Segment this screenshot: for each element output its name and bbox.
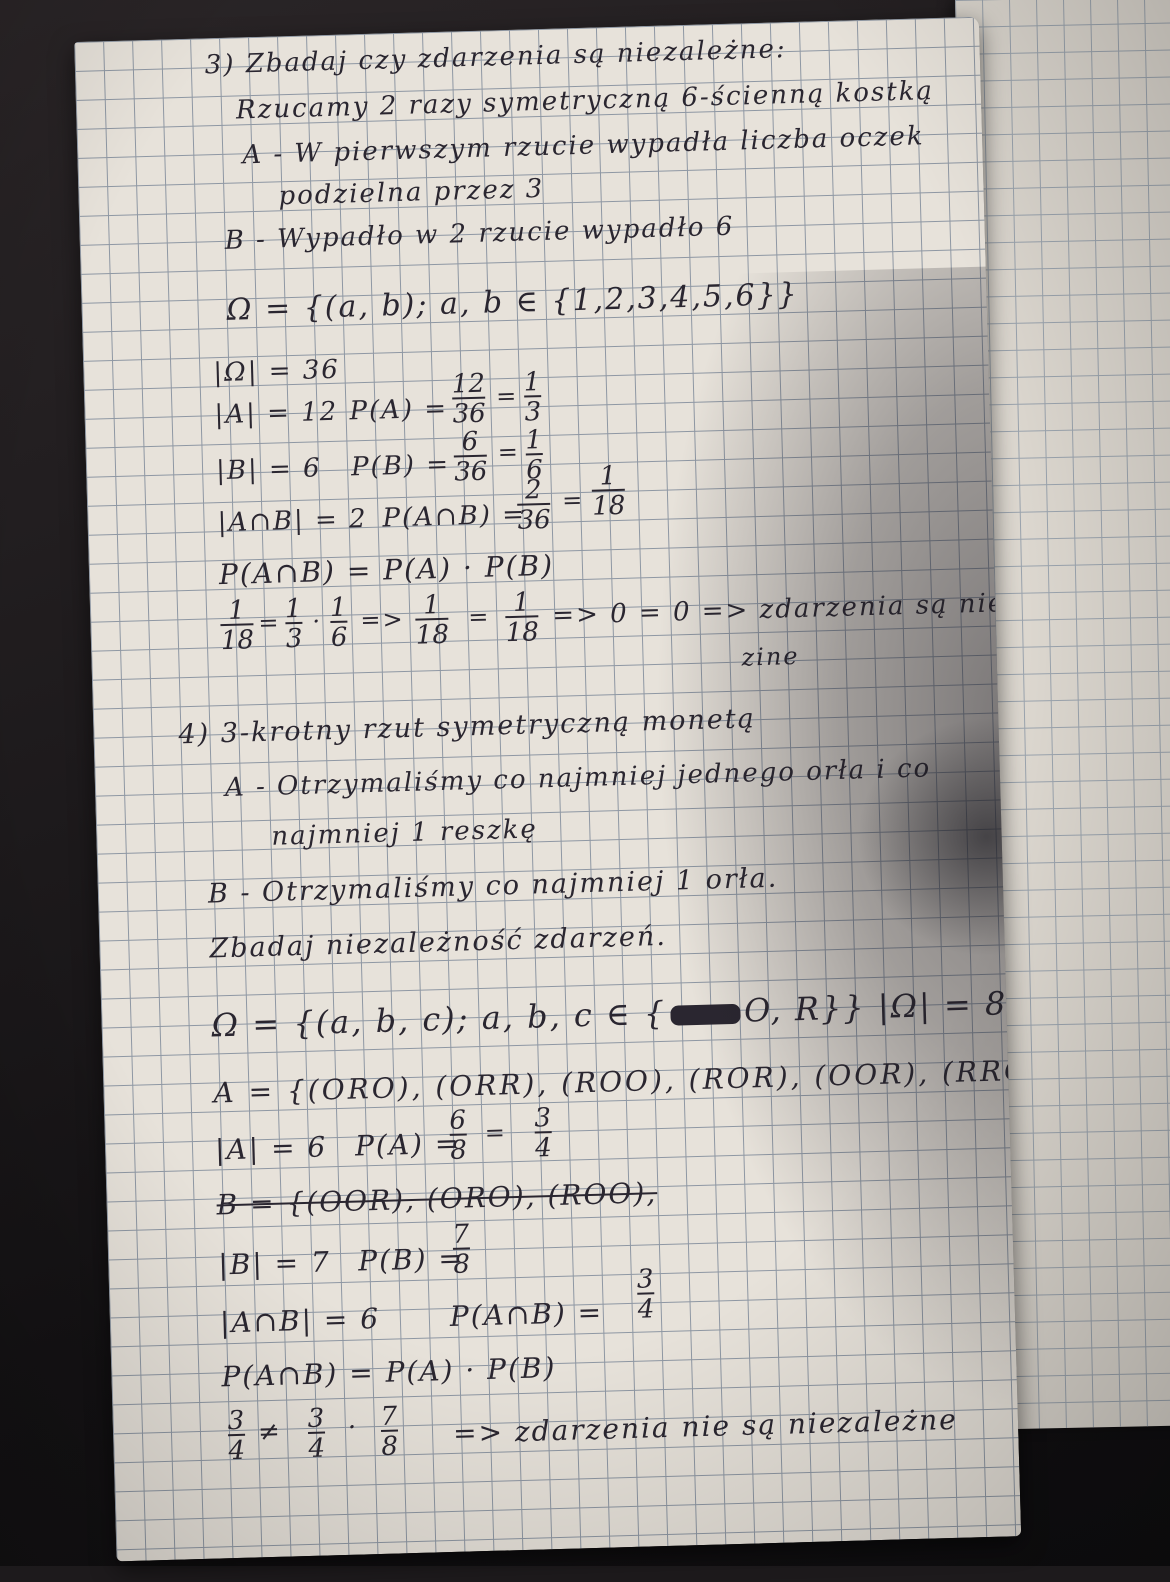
p4-card-a: |A| = 6 [214, 1130, 328, 1167]
p3-pab-eq: = [561, 485, 585, 515]
p3-pa-eq: = [495, 381, 519, 411]
p4-pa-eq: = [484, 1118, 508, 1147]
p3-check-frac2: 13 [284, 593, 303, 655]
p4-pab-label: P(A∩B) = [449, 1295, 604, 1333]
p3-line4: podzielna przez 3 [278, 173, 545, 212]
p4-line5: Zbadaj niezależność zdarzeń. [209, 920, 668, 965]
p4-card-b: |B| = 7 [217, 1245, 332, 1282]
p4-compare-dot: · [347, 1412, 359, 1443]
p3-check-frac3: 16 [329, 592, 348, 654]
p3-pa-frac2: 13 [523, 367, 542, 428]
p4-compare-neq: ≠ [257, 1416, 283, 1448]
p3-formula: P(A∩B) = P(A) · P(B) [218, 548, 555, 592]
p3-pa-label: P(A) = [349, 393, 449, 427]
p4-conclusion: => zdarzenia nie są niezależne [452, 1402, 959, 1450]
p3-check-eq1: = [258, 608, 281, 638]
p3-pa-frac1: 12 36 [451, 368, 487, 430]
p4-pa-frac2: 34 [533, 1103, 553, 1164]
p3-line5: B - Wypadło w 2 rzucie wypadło 6 [224, 211, 735, 256]
p3-pab-frac1: 2 36 [517, 475, 552, 536]
p4-pa-label: P(A) = [354, 1126, 461, 1163]
p3-check-frac5: 1 18 [505, 587, 540, 649]
p4-omega: Ω = {(a, b, c); a, b, c ∈ { O, R}} |Ω| = … [211, 984, 1008, 1044]
p4-omega-text: Ω = {(a, b, c); a, b, c ∈ { [211, 993, 667, 1045]
p4-line3: najmniej 1 reszkę [270, 814, 539, 852]
p4-compare-frac3: 78 [380, 1401, 399, 1462]
p3-pb-label: P(B) = [350, 449, 451, 483]
p4-compare-frac1: 34 [227, 1405, 246, 1467]
p4-pa-frac1: 68 [448, 1105, 468, 1166]
p3-check-tail: => 0 = 0 => zdarzenia są niezależne [551, 585, 1022, 631]
p4-pab-frac: 34 [636, 1264, 655, 1325]
p3-check-implies: => [359, 604, 405, 635]
p3-line3: A - W pierwszym rzucie wypadła liczba oc… [241, 121, 925, 171]
p3-pb-eq: = [497, 437, 521, 467]
p4-omega-tail: O, R}} |Ω| = 8 [743, 984, 1008, 1030]
p3-heading: 3) Zbadaj czy zdarzenia są niezależne: [204, 34, 788, 81]
p3-pab-label: P(A∩B) = [382, 499, 527, 534]
p4-pb-label: P(B) = [357, 1241, 465, 1278]
p3-check-dot: · [311, 607, 323, 636]
hand-shadow-dark [853, 713, 1022, 961]
p4-compare-frac2: 34 [307, 1403, 326, 1464]
p4-line4: B - Otrzymaliśmy co najmniej 1 orła. [207, 862, 779, 910]
p3-omega: Ω = {(a, b); a, b ∈ {1,2,3,4,5,6}} [226, 276, 800, 328]
p3-line2: Rzucamy 2 razy symetryczną 6-ścienną kos… [235, 75, 935, 126]
p4-formula: P(A∩B) = P(A) · P(B) [220, 1351, 557, 1394]
scribble-mark [669, 1003, 741, 1026]
p4-set-a: A = {(ORO), (ORR), (ROO), (ROR), (OOR), … [213, 1052, 1022, 1110]
p4-pb-frac: 78 [452, 1219, 471, 1280]
p4-set-b-struck: B = {(OOR), (ORO), (ROO), [216, 1176, 658, 1222]
p3-check-frac1: 1 18 [220, 595, 255, 657]
notebook-page: 3) Zbadaj czy zdarzenia są niezależne: R… [74, 16, 1022, 1562]
p3-check-frac4: 1 18 [415, 589, 450, 651]
p3-card-omega: |Ω| = 36 [212, 354, 341, 389]
p4-heading: 4) 3-krotny rzut symetryczną monetą [178, 703, 757, 751]
p3-check-eq2: = [467, 602, 491, 632]
notebook-page-wrapper: 3) Zbadaj czy zdarzenia są niezależne: R… [0, 0, 1170, 1582]
p4-line2: A - Otrzymaliśmy co najmniej jednego orł… [224, 753, 932, 804]
p3-pab-frac2: 1 18 [591, 461, 626, 522]
p3-card-ab: |A∩B| = 2 [217, 503, 369, 539]
p4-card-ab: |A∩B| = 6 [219, 1301, 381, 1340]
p3-card-a: |A| = 12 [214, 396, 339, 431]
p3-card-b: |B| = 6 [215, 453, 323, 487]
p3-pb-frac1: 6 36 [453, 426, 488, 488]
p3-check-tail2: zine [741, 641, 800, 672]
